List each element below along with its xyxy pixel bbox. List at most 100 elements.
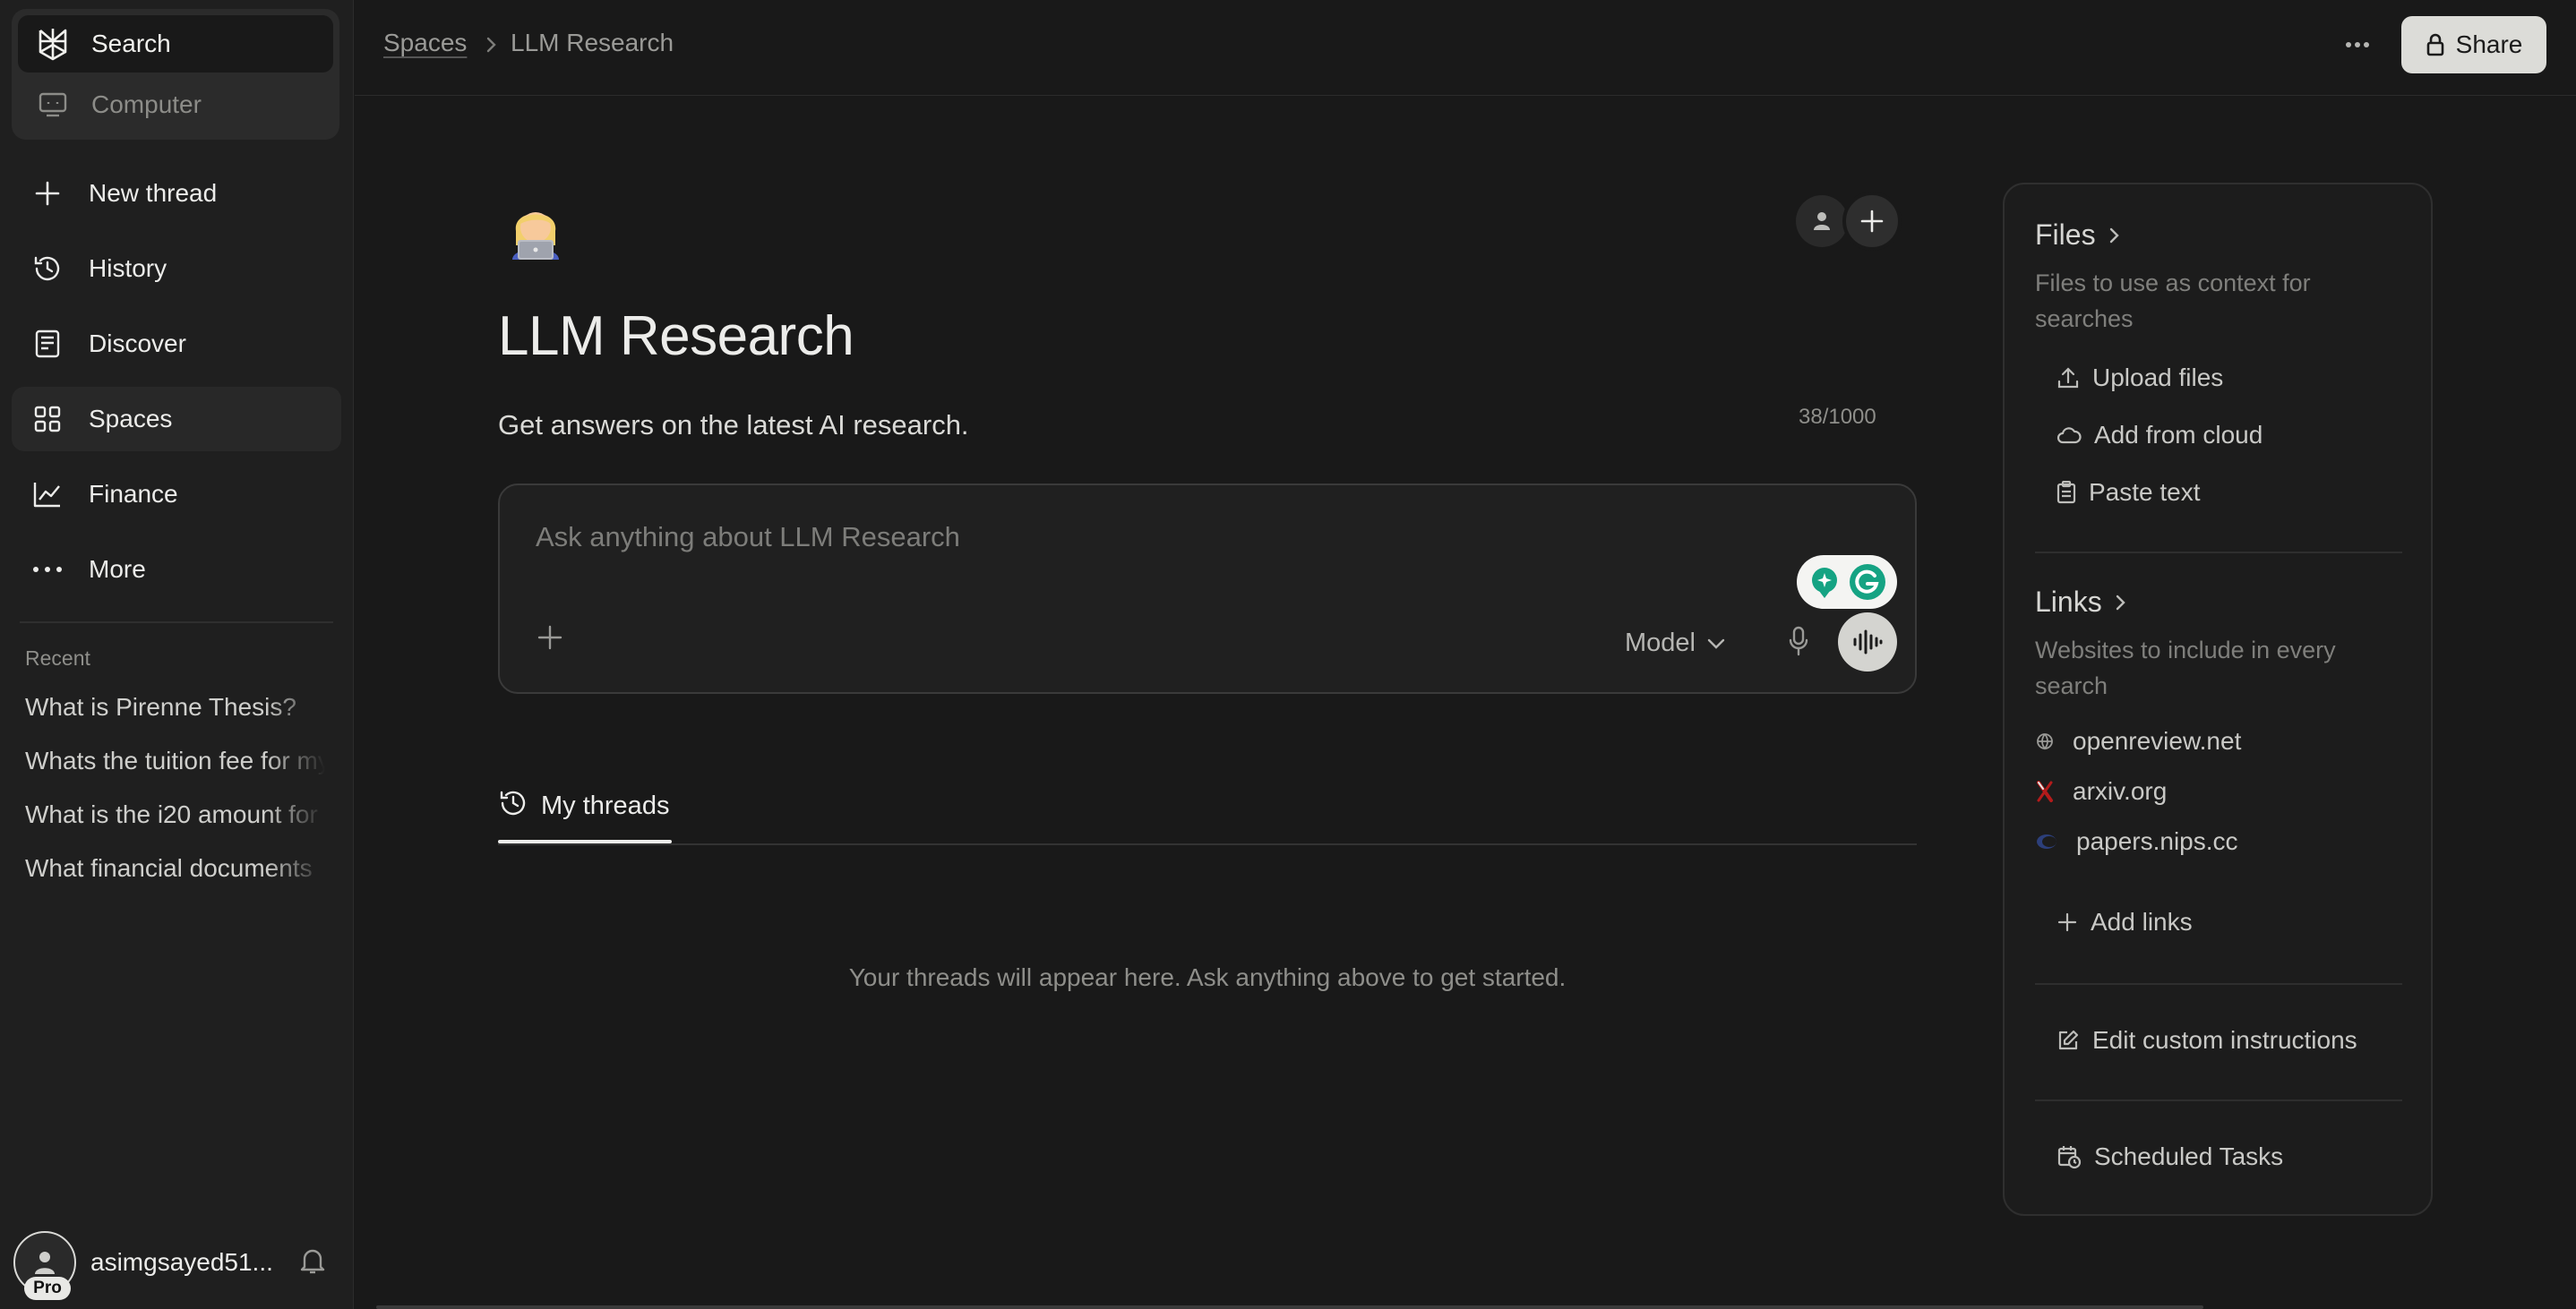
mode-search[interactable]: Search — [18, 15, 333, 73]
nav-history[interactable]: History — [12, 236, 341, 301]
cloud-icon — [2057, 427, 2082, 444]
nav-finance[interactable]: Finance — [12, 462, 341, 526]
recent-thread[interactable]: Whats the tuition fee for my — [25, 747, 325, 775]
files-heading[interactable]: Files — [2035, 218, 2123, 252]
add-links-button[interactable]: Add links — [2057, 908, 2193, 937]
recent-heading: Recent — [25, 646, 90, 670]
sidebar-divider — [20, 621, 333, 623]
chevron-right-icon — [2116, 595, 2125, 610]
more-options-button[interactable] — [2336, 27, 2379, 63]
share-label: Share — [2455, 30, 2523, 58]
space-emoji-icon[interactable] — [503, 195, 568, 260]
paste-text-label: Paste text — [2089, 478, 2201, 506]
files-title: Files — [2035, 218, 2096, 251]
plus-icon — [537, 625, 562, 650]
voice-waveform-icon — [1853, 629, 1883, 654]
breadcrumb-current: LLM Research — [511, 29, 674, 56]
nav-discover[interactable]: Discover — [12, 312, 341, 376]
history-icon — [500, 791, 526, 816]
user-account[interactable]: Pro asimgsayed51... — [13, 1227, 340, 1300]
nav-spaces-label: Spaces — [89, 405, 173, 432]
panel-divider — [2035, 1099, 2402, 1101]
microphone-button[interactable] — [1781, 621, 1816, 661]
edit-pencil-icon — [2058, 1030, 2079, 1050]
new-thread-label: New thread — [89, 179, 218, 207]
add-links-label: Add links — [2091, 908, 2193, 936]
ellipsis-icon — [30, 552, 65, 587]
scheduled-tasks-button[interactable]: Scheduled Tasks — [2057, 1142, 2283, 1171]
link-item[interactable]: arxiv.org — [2035, 777, 2167, 806]
plus-icon — [30, 175, 65, 211]
discover-icon — [30, 326, 65, 362]
microphone-icon — [1789, 626, 1808, 656]
threads-empty-message: Your threads will appear here. Ask anyth… — [848, 963, 1567, 991]
upload-files-label: Upload files — [2092, 364, 2224, 391]
nav-spaces[interactable]: Spaces — [12, 387, 341, 451]
mode-search-label: Search — [91, 30, 171, 57]
links-heading[interactable]: Links — [2035, 586, 2129, 619]
link-item[interactable]: papers.nips.cc — [2035, 827, 2238, 856]
breadcrumb-spaces[interactable]: Spaces — [383, 29, 467, 57]
edit-custom-instructions-button[interactable]: Edit custom instructions — [2057, 1026, 2357, 1055]
model-selector[interactable]: Model — [1625, 629, 1726, 658]
user-icon — [1814, 212, 1830, 230]
upload-icon — [2057, 367, 2079, 389]
clipboard-icon — [2057, 481, 2076, 504]
nav-finance-label: Finance — [89, 480, 178, 508]
notifications-bell-icon[interactable] — [299, 1246, 331, 1279]
chevron-right-icon — [480, 34, 502, 56]
mode-computer-label: Computer — [91, 90, 202, 118]
space-description[interactable]: Get answers on the latest AI research. — [498, 409, 969, 441]
voice-mode-button[interactable] — [1838, 612, 1897, 672]
neurips-logo-icon — [2037, 834, 2057, 849]
arxiv-logo-icon — [2037, 781, 2053, 802]
tab-divider — [498, 843, 1917, 845]
lock-icon — [2426, 33, 2443, 56]
ask-input[interactable]: Ask anything about LLM Research — [536, 521, 960, 553]
plus-icon — [1860, 210, 1884, 233]
link-label: arxiv.org — [2073, 777, 2168, 805]
active-tab-indicator — [498, 840, 672, 843]
pro-badge: Pro — [24, 1277, 71, 1300]
add-collaborator-button[interactable] — [1842, 192, 1902, 251]
chevron-down-icon — [1707, 638, 1725, 649]
computer-icon — [34, 86, 72, 124]
space-settings-panel: Files Files to use as context for search… — [2003, 183, 2433, 1216]
link-label: papers.nips.cc — [2076, 827, 2238, 855]
chevron-right-icon — [2109, 227, 2119, 243]
grammarly-widget[interactable] — [1797, 555, 1897, 609]
ask-input-box[interactable]: Ask anything about LLM Research Model — [498, 483, 1917, 694]
share-button[interactable]: Share — [2401, 16, 2546, 73]
mode-computer[interactable]: Computer — [18, 76, 333, 133]
space-title[interactable]: LLM Research — [498, 304, 854, 368]
ellipsis-icon — [2346, 42, 2369, 47]
grammarly-assist-icon — [1812, 568, 1837, 598]
panel-divider — [2035, 983, 2402, 985]
calendar-clock-icon — [2057, 1146, 2082, 1169]
collaborators — [1796, 192, 1902, 251]
upload-files-button[interactable]: Upload files — [2057, 364, 2223, 392]
nav-more[interactable]: More — [12, 537, 341, 602]
scheduled-tasks-label: Scheduled Tasks — [2094, 1142, 2284, 1170]
recent-thread[interactable]: What is the i20 amount for — [25, 800, 325, 829]
new-thread-button[interactable]: New thread — [12, 161, 341, 226]
link-item[interactable]: openreview.net — [2035, 727, 2241, 756]
tab-my-threads-label: My threads — [541, 791, 670, 820]
attach-button[interactable] — [532, 620, 568, 655]
collaborator-avatar[interactable] — [1796, 195, 1848, 247]
paste-text-button[interactable]: Paste text — [2057, 478, 2201, 507]
files-subtitle: Files to use as context for searches — [2035, 270, 2311, 332]
tab-my-threads[interactable]: My threads — [498, 788, 669, 843]
nav-history-label: History — [89, 254, 167, 282]
grammarly-icon — [1850, 564, 1885, 600]
add-from-cloud-label: Add from cloud — [2094, 421, 2263, 449]
finance-chart-icon — [30, 476, 65, 512]
add-from-cloud-button[interactable]: Add from cloud — [2057, 421, 2263, 449]
perplexity-logo-icon — [34, 25, 72, 63]
recent-thread[interactable]: What is Pirenne Thesis? — [25, 693, 325, 722]
globe-icon — [2037, 733, 2053, 750]
avatar[interactable]: Pro — [13, 1231, 76, 1300]
links-subtitle: Websites to include in every search — [2035, 637, 2336, 699]
spaces-grid-icon — [30, 401, 65, 437]
recent-thread[interactable]: What financial documents — [25, 854, 325, 883]
